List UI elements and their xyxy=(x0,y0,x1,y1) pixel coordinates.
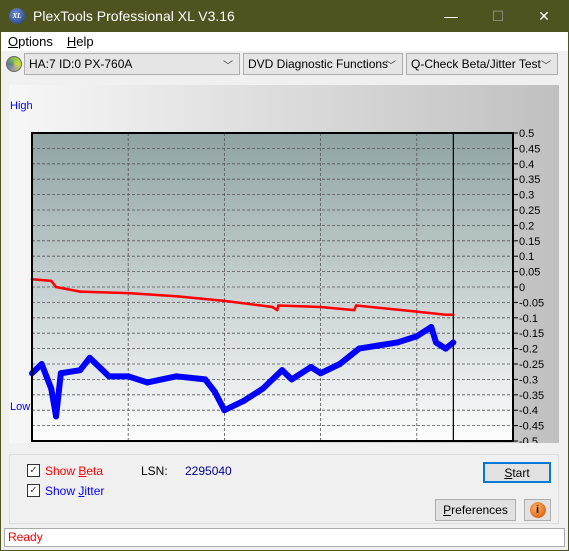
show-jitter-label[interactable]: Show Jitter xyxy=(45,484,104,498)
status-bar: Ready xyxy=(4,528,565,547)
y-tick-label: 0.15 xyxy=(519,236,540,248)
y-tick-label: -0.25 xyxy=(519,359,544,371)
y-tick-label: 0.25 xyxy=(519,205,540,217)
chevron-down-icon: ﹀ xyxy=(541,61,551,72)
y-tick-label: -0.35 xyxy=(519,390,544,402)
y-tick-label: 0.05 xyxy=(519,267,540,279)
title-bar: XL PlexTools Professional XL V3.16 — ☐ ✕ xyxy=(1,0,568,32)
beta-segment xyxy=(78,290,130,295)
minimize-button[interactable]: — xyxy=(428,0,474,32)
menu-options[interactable]: Options xyxy=(8,34,53,49)
y-tick-label: -0.4 xyxy=(519,405,538,417)
start-label: Start xyxy=(504,465,530,480)
y-tick-label: -0.2 xyxy=(519,344,538,356)
window-title: PlexTools Professional XL V3.16 xyxy=(33,8,235,24)
controls-panel: ✓ Show Beta ✓ Show Jitter LSN: 2295040 S… xyxy=(9,454,559,524)
y-tick-label: -0.05 xyxy=(519,297,544,309)
info-button[interactable]: i xyxy=(524,499,551,521)
y-tick-label: -0.1 xyxy=(519,313,538,325)
beta-jitter-chart: High Low 0.5 0.45 0.4 0.35 0.3 0.25 0.2 0.15 0.1… xyxy=(10,100,544,443)
chevron-down-icon: ﹀ xyxy=(386,61,396,72)
maximize-button[interactable]: ☐ xyxy=(475,0,521,32)
y-tick-label: 0.1 xyxy=(519,251,534,263)
y-tick-label: 0.4 xyxy=(519,159,534,171)
preferences-button[interactable]: Preferences xyxy=(435,499,516,521)
function-select[interactable]: DVD Diagnostic Functions ﹀ xyxy=(243,53,403,75)
show-beta-label[interactable]: Show Beta xyxy=(45,464,103,478)
show-beta-checkbox[interactable]: ✓ xyxy=(27,464,40,477)
y-tick-label: -0.5 xyxy=(519,436,538,443)
y-tick-label: 0.2 xyxy=(519,220,534,232)
y-tick-label: 0 xyxy=(519,282,525,294)
lsn-value: 2295040 xyxy=(185,464,232,478)
app-logo-icon: XL xyxy=(9,8,25,24)
client-area: Options Help HA:7 ID:0 PX-760A ﹀ DVD Diag… xyxy=(1,32,568,550)
y-tick-label: -0.45 xyxy=(519,421,544,433)
show-jitter-checkbox[interactable]: ✓ xyxy=(27,484,40,497)
start-button[interactable]: Start xyxy=(483,462,551,483)
y-tick-label: -0.3 xyxy=(519,374,538,386)
beta-segment xyxy=(30,278,53,283)
chart-panel: High Low 0.5 0.45 0.4 0.35 0.3 0.25 0.2 0.15 0.1… xyxy=(9,85,559,443)
y-tick-label: 0.3 xyxy=(519,190,534,202)
drive-disc-icon xyxy=(6,56,22,72)
test-select[interactable]: Q-Check Beta/Jitter Test ﹀ xyxy=(406,53,558,75)
jitter-segment xyxy=(173,373,209,383)
lsn-label: LSN: xyxy=(141,464,168,478)
y-tick-label: 0.35 xyxy=(519,174,540,186)
chevron-down-icon: ﹀ xyxy=(223,61,233,72)
menu-bar: Options Help xyxy=(1,32,568,51)
toolbar: HA:7 ID:0 PX-760A ﹀ DVD Diagnostic Functi… xyxy=(1,51,568,77)
y-tick-label: 0.45 xyxy=(519,143,540,155)
drive-select[interactable]: HA:7 ID:0 PX-760A ﹀ xyxy=(24,53,240,75)
app-window: XL PlexTools Professional XL V3.16 — ☐ ✕… xyxy=(1,0,568,550)
low-label: Low xyxy=(10,401,30,413)
close-button[interactable]: ✕ xyxy=(521,0,567,32)
info-icon: i xyxy=(529,502,546,518)
high-label: High xyxy=(10,100,33,112)
y-tick-label: -0.15 xyxy=(519,328,544,340)
menu-help[interactable]: Help xyxy=(67,34,94,49)
y-tick-label: 0.5 xyxy=(519,128,534,140)
beta-segment xyxy=(277,304,322,309)
